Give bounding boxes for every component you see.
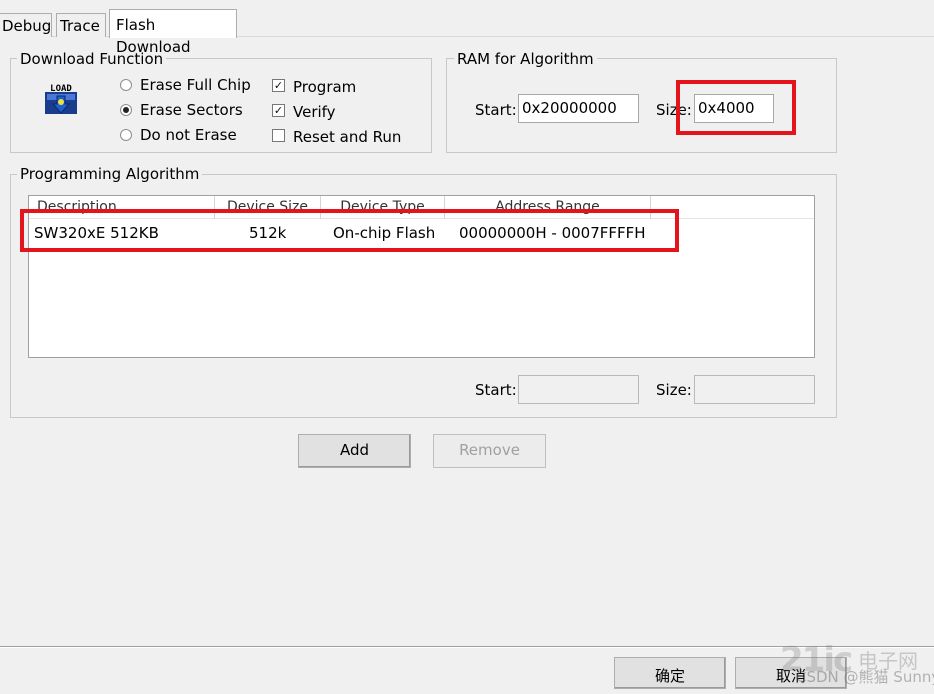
program-label: Program xyxy=(293,78,357,96)
ram-size-label: Size: xyxy=(656,101,692,119)
watermark-author: CSDN @熊猫 Sunny xyxy=(796,668,934,686)
algo-size-label: Size: xyxy=(656,381,692,399)
ram-start-label: Start: xyxy=(475,101,517,119)
do-not-erase-label: Do not Erase xyxy=(140,126,237,144)
tab-flash-download[interactable]: Flash Download xyxy=(109,9,237,56)
row-device-size: 512k xyxy=(249,224,287,242)
row-device-type: On-chip Flash xyxy=(333,224,436,242)
algo-start-input[interactable] xyxy=(518,375,639,404)
column-description[interactable]: Description xyxy=(29,196,215,219)
program-checkbox[interactable]: ✓ xyxy=(272,79,285,92)
reset-and-run-checkbox[interactable] xyxy=(272,129,285,142)
algo-start-label: Start: xyxy=(475,381,517,399)
ram-for-algorithm-title: RAM for Algorithm xyxy=(454,51,597,67)
programming-algorithm-title: Programming Algorithm xyxy=(17,166,203,182)
do-not-erase-radio[interactable] xyxy=(120,129,132,141)
tab-debug-label: Debug xyxy=(2,17,52,35)
row-description: SW320xE 512KB xyxy=(34,224,159,242)
algorithm-list[interactable]: Description Device Size Device Type Addr… xyxy=(28,195,815,358)
erase-full-chip-radio[interactable] xyxy=(120,79,132,91)
column-device-size[interactable]: Device Size xyxy=(215,196,321,219)
ram-size-input[interactable]: 0x4000 xyxy=(694,94,774,123)
verify-checkbox[interactable]: ✓ xyxy=(272,104,285,117)
tab-flash-download-label: Flash Download xyxy=(116,16,191,56)
load-icon: LOAD xyxy=(44,82,78,116)
add-button[interactable]: Add xyxy=(298,434,411,468)
svg-text:LOAD: LOAD xyxy=(50,84,72,94)
ok-button[interactable]: 确定 xyxy=(614,657,726,689)
erase-sectors-radio[interactable] xyxy=(120,104,132,116)
algo-size-input[interactable] xyxy=(694,375,815,404)
tab-debug[interactable]: Debug xyxy=(0,13,52,37)
column-address-range[interactable]: Address Range xyxy=(445,196,651,219)
algorithm-list-header: Description Device Size Device Type Addr… xyxy=(29,196,814,219)
remove-button[interactable]: Remove xyxy=(433,434,546,468)
verify-label: Verify xyxy=(293,103,336,121)
ram-start-input[interactable]: 0x20000000 xyxy=(518,94,639,123)
erase-sectors-label: Erase Sectors xyxy=(140,101,243,119)
erase-full-chip-label: Erase Full Chip xyxy=(140,76,251,94)
tab-trace[interactable]: Trace xyxy=(56,13,106,37)
table-row[interactable]: SW320xE 512KB 512k On-chip Flash 0000000… xyxy=(29,223,669,243)
tab-trace-label: Trace xyxy=(60,17,100,35)
reset-and-run-label: Reset and Run xyxy=(293,128,402,146)
column-device-type[interactable]: Device Type xyxy=(321,196,445,219)
row-address-range: 00000000H - 0007FFFFH xyxy=(459,224,646,242)
